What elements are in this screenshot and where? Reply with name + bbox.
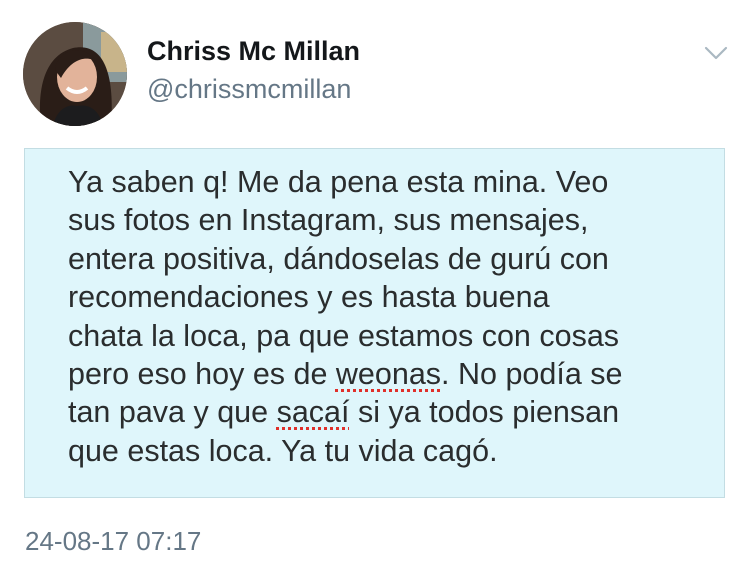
- misspelled-word: weonas: [335, 357, 442, 392]
- note-line: recomendaciones y es hasta buena: [68, 278, 708, 316]
- note-text-segment: que estas loca. Ya tu vida cagó.: [68, 433, 498, 468]
- note-line: sus fotos en Instagram, sus mensajes,: [68, 201, 708, 239]
- note-line: tan pava y que sacaí si ya todos piensan: [68, 393, 708, 431]
- note-text-segment: Ya saben q! Me da pena esta mina. Veo: [68, 165, 609, 199]
- note-text-segment: pero eso hoy es de: [68, 357, 336, 392]
- author-display-name[interactable]: Chriss Mc Millan: [147, 36, 360, 67]
- note-text-segment: sus fotos en Instagram, sus mensajes,: [68, 203, 589, 238]
- avatar[interactable]: [23, 22, 127, 126]
- note-text-segment: entera positiva, dándoselas de gurú con: [68, 241, 609, 276]
- misspelled-word: sacaí: [276, 395, 350, 430]
- chevron-down-icon[interactable]: [703, 44, 729, 62]
- note-text-segment: . No podía se: [441, 357, 623, 392]
- attached-note-screenshot[interactable]: Ya saben q! Me da pena esta mina. Veo sus…: [24, 148, 725, 498]
- tweet-timestamp: 24-08-17 07:17: [25, 526, 202, 556]
- note-text: Ya saben q! Me da pena esta mina. Veo sus…: [68, 163, 708, 470]
- note-text-segment: tan pava y que: [68, 395, 277, 430]
- note-line: entera positiva, dándoselas de gurú con: [68, 240, 708, 278]
- note-line: pero eso hoy es de weonas. No podía se: [68, 355, 708, 393]
- note-line: chata la loca, pa que estamos con cosas: [68, 317, 708, 355]
- note-text-segment: recomendaciones y es hasta buena: [68, 280, 550, 315]
- note-text-segment: si ya todos piensan: [349, 395, 620, 430]
- note-line: que estas loca. Ya tu vida cagó.: [68, 432, 708, 470]
- note-text-segment: chata la loca, pa que estamos con cosas: [68, 318, 620, 353]
- note-line: Ya saben q! Me da pena esta mina. Veo: [68, 163, 708, 201]
- profile-photo-icon: [23, 22, 127, 126]
- author-handle[interactable]: @chrissmcmillan: [147, 74, 351, 105]
